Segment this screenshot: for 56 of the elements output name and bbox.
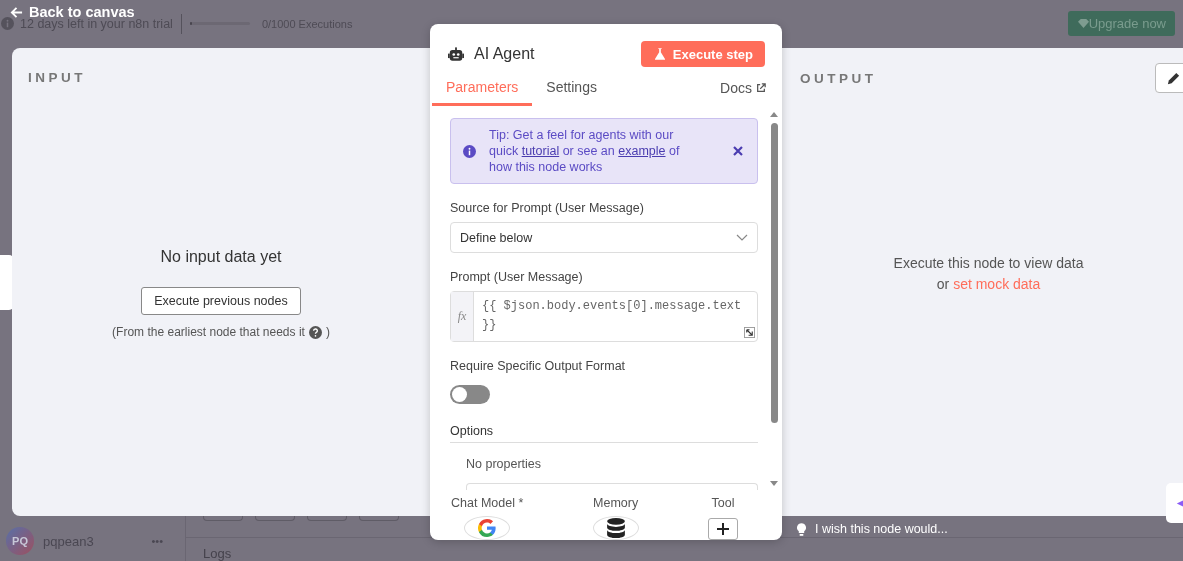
edit-button[interactable] [1155,63,1183,93]
empty-message: Execute this node to view data [893,255,1084,271]
add-button[interactable] [708,518,738,540]
connection-label: Tool [711,496,735,510]
back-link[interactable]: Back to canvas [10,4,135,20]
source-select[interactable]: Define below [450,222,758,253]
g-logo-icon [478,519,497,537]
mock-data-link[interactable]: set mock data [953,276,1041,292]
arrow-left-icon [1175,498,1183,508]
database-icon [606,518,625,538]
execute-step-button[interactable]: Execute step [640,41,765,67]
scroll-down-icon[interactable] [770,481,778,486]
prompt-field[interactable]: fx {{ $json.body.events[0].message.text }} [450,291,758,342]
user-avatar[interactable]: PQ [6,527,34,555]
tab[interactable]: Settings [532,79,611,106]
gem-icon [1077,18,1089,29]
scroll-up-icon[interactable] [770,112,778,117]
sub-node[interactable] [464,516,511,540]
tutorial-link[interactable]: tutorial [521,144,560,158]
example-link[interactable]: example [618,144,666,158]
panel-title: INPUT [28,70,87,85]
robot-icon [448,46,464,62]
node-title: AI Agent [474,45,535,63]
scrollbar-thumb[interactable] [770,123,778,423]
sub-node[interactable] [592,516,639,540]
connection-label: Chat Model * [451,496,524,510]
info-icon [463,144,476,158]
expand-icon[interactable] [744,327,755,338]
lightbulb-icon [797,522,806,536]
connection-label: Memory [593,496,639,510]
plus-icon [717,523,729,535]
field-label: Source for Prompt (User Message) [450,201,645,215]
tip-text: Tip: Get a feel for agents with our quick tutorial or see an example of how this node works [489,127,681,175]
pencil-icon [1165,70,1181,86]
external-link-icon [756,83,766,93]
hint-text: (From the earliest node that needs it [112,325,305,339]
empty-message: No input data yet [160,248,282,266]
panel-title: OUTPUT [800,70,877,86]
hint-text: ) [325,325,330,339]
chevron-down-icon [736,234,748,241]
help-icon[interactable] [308,325,322,339]
docs-link[interactable]: Docs [720,80,766,106]
tab[interactable]: Parameters [432,79,533,106]
close-icon[interactable] [733,146,743,156]
arrow-left-icon [10,5,23,19]
expression-prefix: fx [451,292,474,341]
empty-options-text: No properties [466,457,543,471]
or-text: or [936,276,950,292]
feedback-text[interactable]: I wish this node would... [815,522,948,536]
field-label: Require Specific Output Format [450,359,627,373]
field-label: Prompt (User Message) [450,270,584,284]
prompt-value: {{ $json.body.events[0].message.text }} [481,298,742,334]
flask-icon [654,48,665,60]
execute-previous-button[interactable]: Execute previous nodes [141,287,301,315]
toggle-switch[interactable] [450,385,490,404]
section-label: Options [450,424,758,443]
